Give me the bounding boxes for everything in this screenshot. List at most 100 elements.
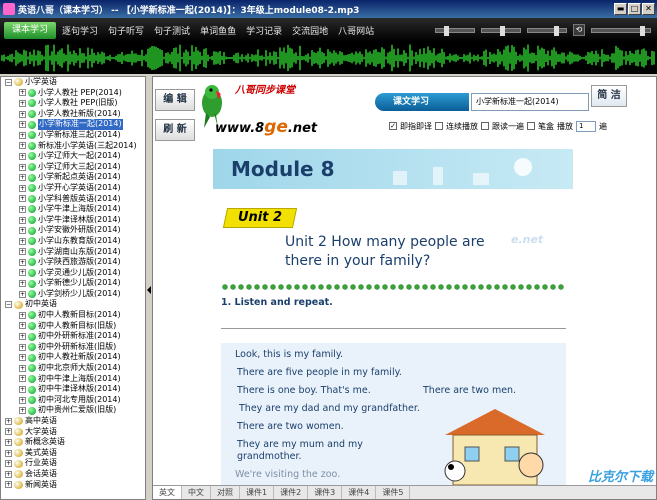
expand-toggle-icon[interactable]: + xyxy=(19,195,26,203)
expand-toggle-icon[interactable]: + xyxy=(5,449,12,457)
tree-group[interactable]: + 新概念英语 xyxy=(1,437,145,448)
instant-translate-checkbox[interactable]: ✓ xyxy=(389,122,397,130)
expand-toggle-icon[interactable]: + xyxy=(19,386,26,394)
tree-item[interactable]: + 小学牛津译林版(2014) xyxy=(1,215,145,226)
menu-sentence-study[interactable]: 逐句学习 xyxy=(62,24,98,37)
pen-box-checkbox[interactable] xyxy=(527,122,535,130)
expand-toggle-icon[interactable]: + xyxy=(19,269,26,277)
expand-toggle-icon[interactable]: + xyxy=(19,142,26,150)
edit-button[interactable]: 编 辑 xyxy=(155,89,195,111)
tree-group[interactable]: − 小学英语 xyxy=(1,77,145,88)
refresh-button[interactable]: 刷 新 xyxy=(155,119,195,141)
tab-courseware-2[interactable]: 课件2 xyxy=(274,486,309,499)
expand-toggle-icon[interactable]: + xyxy=(19,131,26,139)
tree-group[interactable]: + 行业英语 xyxy=(1,458,145,469)
tree-group[interactable]: + 美式英语 xyxy=(1,448,145,459)
tree-group[interactable]: + 大学英语 xyxy=(1,427,145,438)
tree-item[interactable]: + 小学新标准三起(2014) xyxy=(1,130,145,141)
expand-toggle-icon[interactable]: + xyxy=(19,333,26,341)
speed-slider[interactable] xyxy=(481,25,521,36)
expand-toggle-icon[interactable]: + xyxy=(19,354,26,362)
expand-toggle-icon[interactable]: + xyxy=(19,322,26,330)
tree-group[interactable]: + 会话英语 xyxy=(1,469,145,480)
expand-toggle-icon[interactable]: + xyxy=(5,481,12,489)
tree-item[interactable]: + 小学新标准一起(2014) xyxy=(1,119,145,130)
tab-courseware-5[interactable]: 课件5 xyxy=(376,486,411,499)
expand-toggle-icon[interactable]: + xyxy=(19,89,26,97)
expand-toggle-icon[interactable]: + xyxy=(19,364,26,372)
tree-item[interactable]: + 小学牛津上海版(2014) xyxy=(1,204,145,215)
volume-slider[interactable] xyxy=(435,25,475,36)
sentence[interactable]: There is one boy. That's me. xyxy=(237,385,371,396)
follow-read-checkbox[interactable] xyxy=(481,122,489,130)
expand-toggle-icon[interactable]: + xyxy=(19,152,26,160)
tab-courseware-3[interactable]: 课件3 xyxy=(308,486,343,499)
expand-toggle-icon[interactable]: + xyxy=(19,216,26,224)
sentence[interactable]: There are two women. xyxy=(237,421,344,432)
expand-toggle-icon[interactable]: + xyxy=(19,227,26,235)
sentence[interactable]: They are my mum and my xyxy=(237,439,363,450)
tab-compare[interactable]: 对照 xyxy=(211,486,240,499)
balance-slider[interactable] xyxy=(527,25,567,36)
tree-item[interactable]: + 小学人教社 PEP(旧版) xyxy=(1,98,145,109)
tree-group[interactable]: + 高中英语 xyxy=(1,416,145,427)
menu-word-fish[interactable]: 单词鱼鱼 xyxy=(200,24,236,37)
expand-toggle-icon[interactable]: + xyxy=(19,174,26,182)
expand-toggle-icon[interactable]: + xyxy=(5,428,12,436)
tree-item[interactable]: + 小学辽师大三起(2014) xyxy=(1,162,145,173)
expand-toggle-icon[interactable]: + xyxy=(5,438,12,446)
expand-toggle-icon[interactable]: + xyxy=(19,343,26,351)
sentence[interactable]: There are five people in my family. xyxy=(237,367,402,378)
tree-item[interactable]: + 小学开心学英语(2014) xyxy=(1,183,145,194)
expand-toggle-icon[interactable]: + xyxy=(19,99,26,107)
minimize-button[interactable]: ▬ xyxy=(614,3,627,15)
simple-button[interactable]: 简 洁 xyxy=(591,85,627,107)
expand-toggle-icon[interactable]: + xyxy=(5,417,12,425)
tree-item[interactable]: + 初中贵州仁爱版(旧版) xyxy=(1,405,145,416)
expand-toggle-icon[interactable]: + xyxy=(19,280,26,288)
sentence[interactable]: There are two men. xyxy=(423,385,516,396)
tree-item[interactable]: + 初中人教新目标(旧版) xyxy=(1,321,145,332)
tab-courseware-4[interactable]: 课件4 xyxy=(342,486,377,499)
expand-toggle-icon[interactable]: + xyxy=(19,237,26,245)
expand-toggle-icon[interactable]: + xyxy=(19,248,26,256)
expand-toggle-icon[interactable]: + xyxy=(19,375,26,383)
tree-item[interactable]: + 小学人教社 PEP(2014) xyxy=(1,88,145,99)
tab-chinese[interactable]: 中文 xyxy=(182,486,211,499)
tab-courseware-1[interactable]: 课件1 xyxy=(240,486,275,499)
expand-toggle-icon[interactable]: + xyxy=(19,311,26,319)
tree-item[interactable]: + 小学辽师大一起(2014) xyxy=(1,151,145,162)
menu-sentence-test[interactable]: 句子测试 xyxy=(154,24,190,37)
tree-item[interactable]: + 初中河北专用版(2014) xyxy=(1,395,145,406)
tree-item[interactable]: + 小学新德少儿版(2014) xyxy=(1,278,145,289)
tree-item[interactable]: + 新标准小学英语(三起2014) xyxy=(1,141,145,152)
expand-toggle-icon[interactable]: + xyxy=(19,110,26,118)
tree-item[interactable]: + 小学安徽外研版(2014) xyxy=(1,225,145,236)
tree-item[interactable]: + 小学新起点英语(2014) xyxy=(1,172,145,183)
audio-waveform[interactable] xyxy=(0,42,657,74)
tree-item[interactable]: + 小学剑桥少儿版(2014) xyxy=(1,289,145,300)
tree-item[interactable]: + 初中牛津译林版(2014) xyxy=(1,384,145,395)
sentence[interactable]: Look, this is my family. xyxy=(235,349,343,360)
tree-item[interactable]: + 小学山东教育版(2014) xyxy=(1,236,145,247)
tree-item[interactable]: + 小学陕西旅游版(2014) xyxy=(1,257,145,268)
tab-english[interactable]: 英文 xyxy=(153,486,182,499)
play-count-select[interactable]: 1 xyxy=(576,120,596,132)
tree-item[interactable]: + 初中外研新标准(2014) xyxy=(1,331,145,342)
tree-group[interactable]: − 初中英语 xyxy=(1,299,145,310)
tree-item[interactable]: + 小学湖南山东版(2014) xyxy=(1,247,145,258)
tree-item[interactable]: + 小学人教社新版(2014) xyxy=(1,109,145,120)
expand-toggle-icon[interactable]: − xyxy=(5,301,12,309)
expand-toggle-icon[interactable]: + xyxy=(19,290,26,298)
sentence[interactable]: They are my dad and my grandfather. xyxy=(239,403,420,414)
tree-item[interactable]: + 初中人教社新版(2014) xyxy=(1,352,145,363)
menu-dictation[interactable]: 句子听写 xyxy=(108,24,144,37)
close-button[interactable]: ✕ xyxy=(642,3,655,15)
menu-study-record[interactable]: 学习记录 xyxy=(246,24,282,37)
expand-toggle-icon[interactable]: + xyxy=(19,396,26,404)
tree-item[interactable]: + 初中人教新目标(2014) xyxy=(1,310,145,321)
tree-item[interactable]: + 初中北京师大版(2014) xyxy=(1,363,145,374)
expand-toggle-icon[interactable]: + xyxy=(5,470,12,478)
expand-toggle-icon[interactable]: + xyxy=(19,121,26,129)
menu-website[interactable]: 八哥网站 xyxy=(338,24,374,37)
